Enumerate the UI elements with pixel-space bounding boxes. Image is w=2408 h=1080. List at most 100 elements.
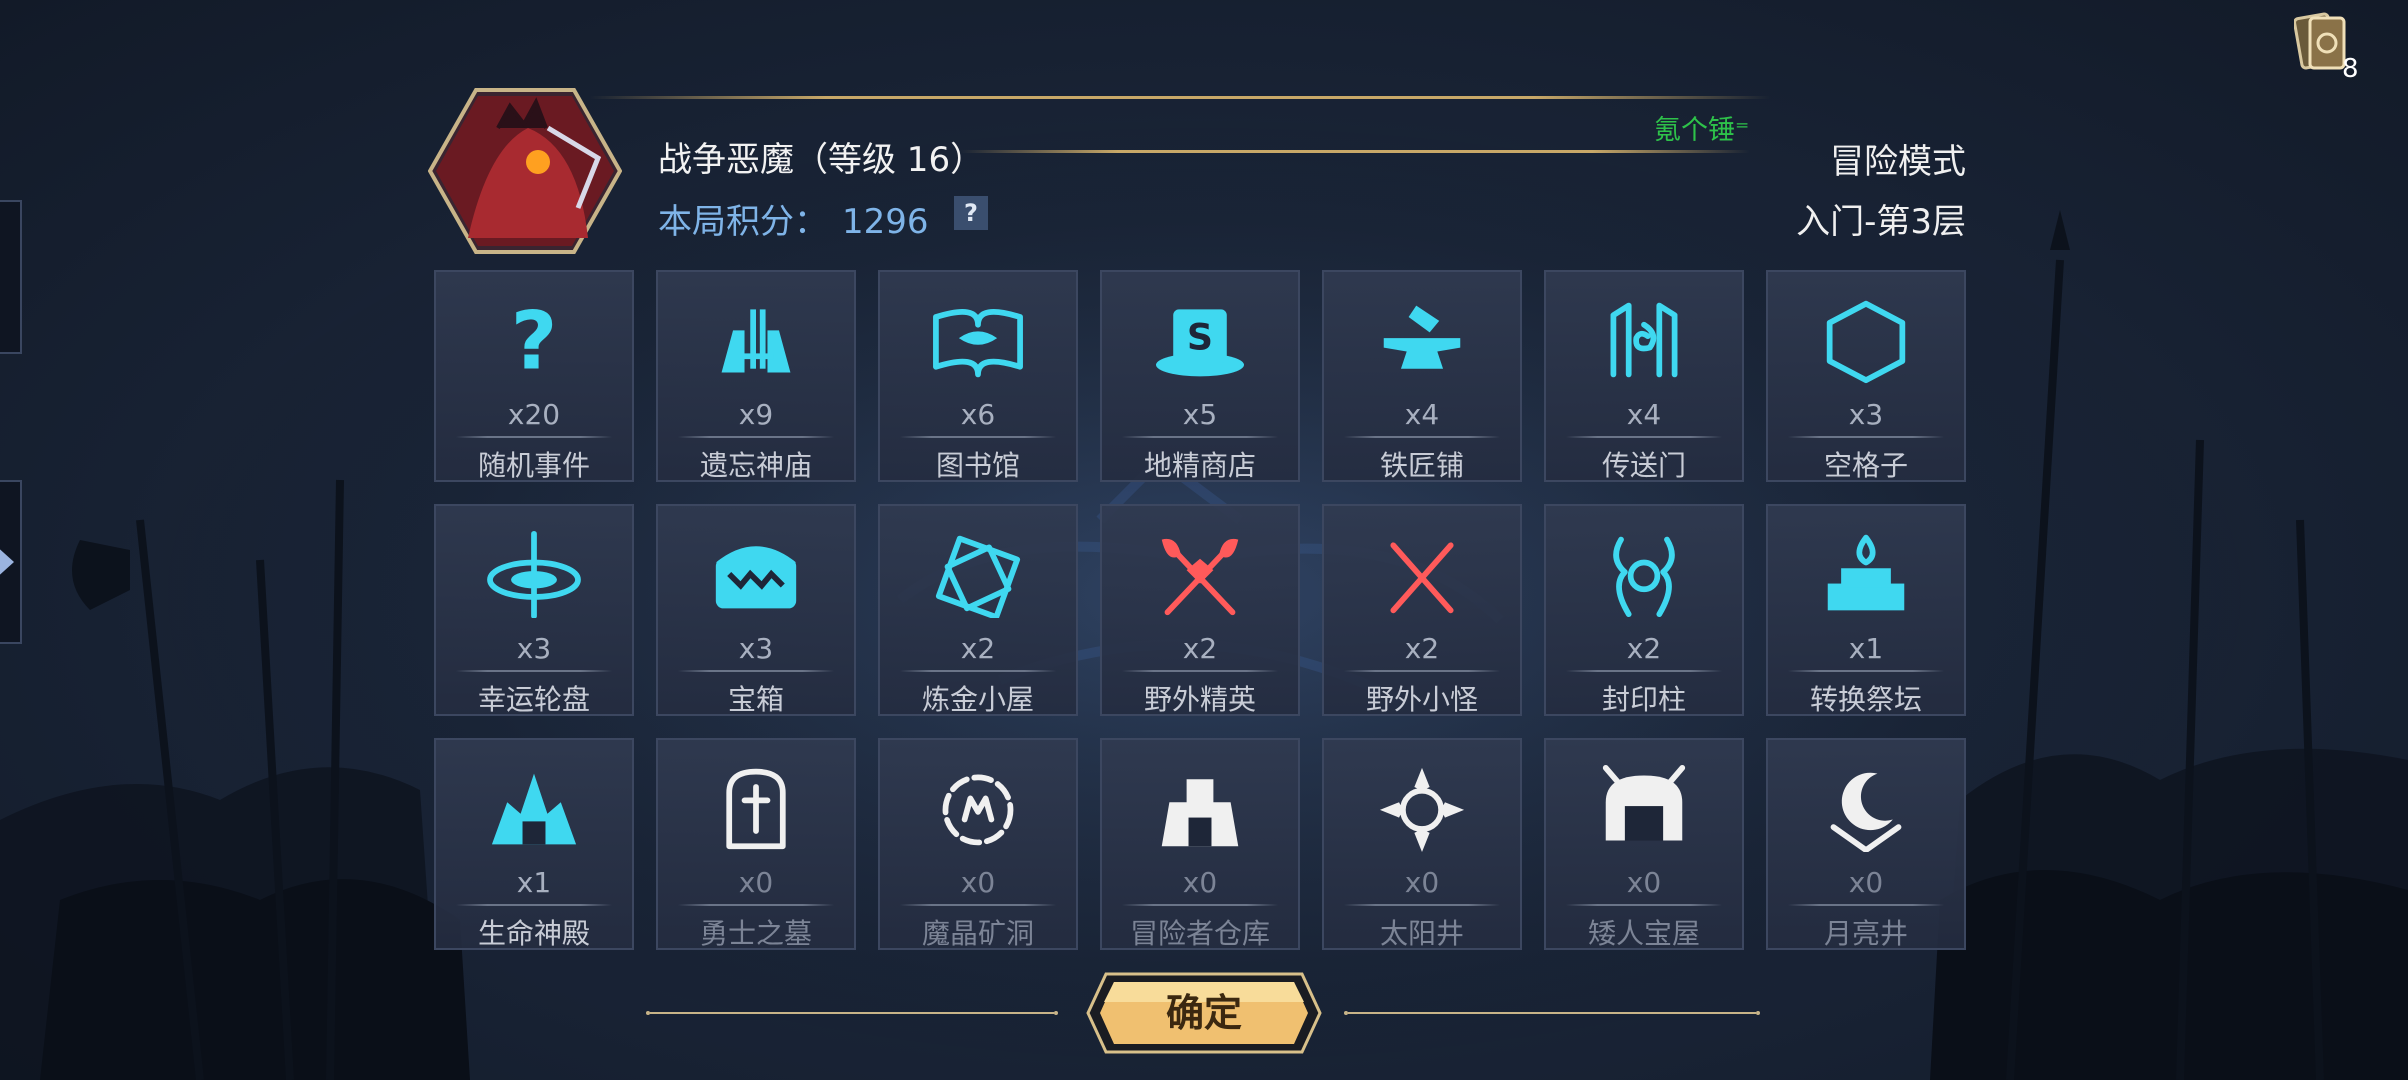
tile-name: 月亮井 [1823,917,1908,950]
header-name-underline [960,150,1750,153]
score-row: 本局积分： 1296 [658,194,929,243]
tile-divider [1788,670,1944,672]
tile-divider [1566,436,1722,438]
tile-count: x9 [738,398,774,431]
tile-alchemy[interactable]: x2 炼金小屋 [878,504,1078,716]
tile-divider [678,670,834,672]
tile-crossed-swords[interactable]: x2 野外小怪 [1322,504,1522,716]
tile-name: 幸运轮盘 [477,683,590,716]
crossed-axes-icon [1161,538,1239,616]
crystal-mine-icon [942,774,1014,846]
hexagon-icon [1826,300,1906,384]
expand-arrow-icon [0,544,14,580]
shop-hat-icon: S [1156,309,1244,377]
tile-name: 封印柱 [1601,683,1686,716]
tile-chest[interactable]: x3 宝箱 [656,504,856,716]
tile-wheel[interactable]: x3 幸运轮盘 [434,504,634,716]
tile-shop-hat[interactable]: Sx5 地精商店 [1100,270,1300,482]
tile-divider [1788,904,1944,906]
tile-divider [900,436,1056,438]
tile-name: 太阳井 [1379,917,1464,950]
tile-count: x0 [1182,866,1218,899]
life-temple-icon [491,773,577,845]
book-icon [933,308,1023,378]
tile-divider [1122,670,1278,672]
tile-count: x3 [1848,398,1884,431]
boss-name: 战争恶魔（等级 16） [658,140,985,180]
tile-count: x0 [738,866,774,899]
tile-name: 随机事件 [477,449,590,482]
chest-icon [715,546,797,609]
tile-portal[interactable]: x4 传送门 [1544,270,1744,482]
moon-well-icon [1830,772,1902,852]
confirm-left-divider [646,1011,1058,1015]
anvil-icon [1383,305,1461,369]
tile-temple[interactable]: x9 遗忘神庙 [656,270,856,482]
header-top-divider [590,96,1770,99]
portal-icon [1610,302,1678,378]
tile-divider [1122,904,1278,906]
tile-count: x0 [960,866,996,899]
tile-count: x0 [1404,866,1440,899]
tile-crystal-mine[interactable]: x0 魔晶矿洞 [878,738,1078,950]
player-tag: 氪个锤⁼ [1654,115,1750,146]
tile-name: 野外精英 [1143,683,1256,716]
tile-tombstone[interactable]: x0 勇士之墓 [656,738,856,950]
tile-count: x1 [516,866,552,899]
floor-level: 入门-第3层 [1796,202,1966,242]
tile-name: 魔晶矿洞 [921,917,1034,950]
tile-count: x2 [1182,632,1218,665]
tile-name: 冒险者仓库 [1129,917,1270,950]
confirm-right-divider [1344,1011,1760,1015]
altar-icon [1827,534,1905,611]
wheel-icon [487,530,581,618]
tile-divider [1566,904,1722,906]
tile-divider [1122,436,1278,438]
tile-anvil[interactable]: x4 铁匠铺 [1322,270,1522,482]
tile-crossed-axes[interactable]: x2 野外精英 [1100,504,1300,716]
tile-book[interactable]: x6 图书馆 [878,270,1078,482]
score-help-button[interactable]: ? [954,196,988,230]
left-side-expand-tab[interactable] [0,480,22,644]
crossed-swords-icon [1390,542,1454,614]
left-side-panel-top [0,200,22,354]
tombstone-icon [726,768,786,850]
svg-text:?: ? [511,296,558,384]
score-value: 1296 [842,202,929,242]
game-mode: 冒险模式 [1830,142,1966,182]
temple-icon [721,309,791,373]
tile-altar[interactable]: x1 转换祭坛 [1766,504,1966,716]
war-demon-avatar [428,88,622,254]
seal-pillar-icon [1613,536,1675,618]
card-deck-button[interactable]: 8 [2293,8,2359,84]
question-icon: ? [511,296,558,384]
tile-count: x2 [1404,632,1440,665]
tile-count: x3 [738,632,774,665]
tile-sun-well[interactable]: x0 太阳井 [1322,738,1522,950]
tile-divider [1566,670,1722,672]
tile-moon-well[interactable]: x0 月亮井 [1766,738,1966,950]
tile-count: x20 [507,398,561,431]
tile-count: x5 [1182,398,1218,431]
tile-count: x6 [960,398,996,431]
tile-name: 勇士之墓 [699,917,812,950]
confirm-button[interactable]: 确定 [1084,970,1324,1056]
tile-name: 图书馆 [935,449,1020,482]
tile-name: 遗忘神庙 [699,449,812,482]
tile-count: x4 [1404,398,1440,431]
card-deck-count: 8 [2342,54,2359,84]
tile-name: 野外小怪 [1365,683,1478,716]
tile-count: x2 [1626,632,1662,665]
tile-life-temple[interactable]: x1 生命神殿 [434,738,634,950]
tile-name: 传送门 [1601,449,1686,482]
tile-dwarf-house[interactable]: x0 矮人宝屋 [1544,738,1744,950]
tile-divider [456,904,612,906]
tile-name: 炼金小屋 [921,683,1034,716]
tile-hexagon[interactable]: x3 空格子 [1766,270,1966,482]
tile-divider [900,904,1056,906]
warehouse-icon [1161,779,1239,847]
tile-divider [1344,436,1500,438]
tile-seal-pillar[interactable]: x2 封印柱 [1544,504,1744,716]
tile-question[interactable]: ? x20 随机事件 [434,270,634,482]
tile-warehouse[interactable]: x0 冒险者仓库 [1100,738,1300,950]
